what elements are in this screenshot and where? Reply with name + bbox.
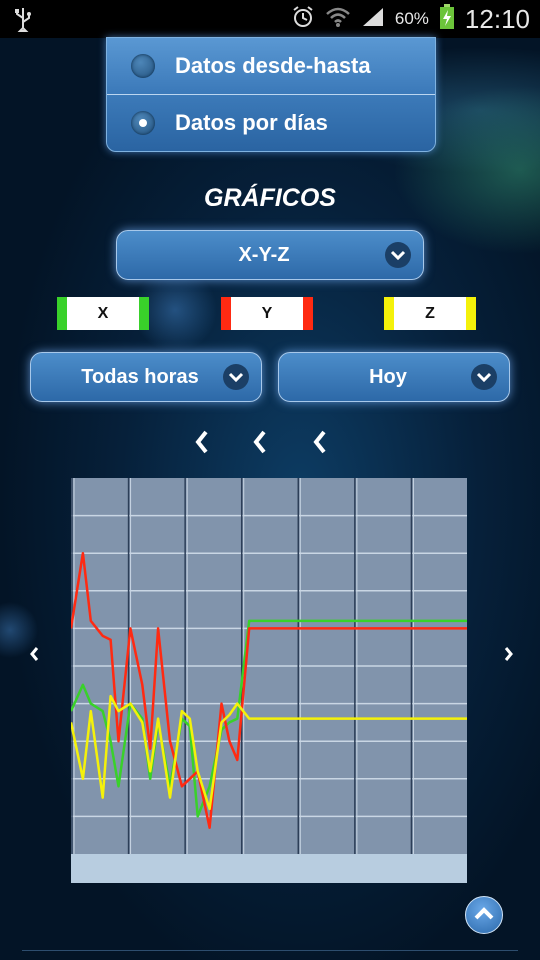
wifi-icon	[325, 6, 351, 33]
option-by-days[interactable]: Datos por días	[107, 95, 435, 151]
legend-x-color	[139, 297, 149, 330]
legend-x-label: X	[97, 304, 109, 322]
legend-y-color	[221, 297, 231, 330]
legend-y-label: Y	[261, 304, 273, 322]
clock: 12:10	[464, 3, 530, 34]
radio-button-selected[interactable]	[131, 111, 155, 135]
chevron-down-icon	[471, 364, 497, 390]
chevron-down-icon	[223, 364, 249, 390]
chevron-left-icon[interactable]	[313, 430, 326, 454]
legend-z-label: Z	[425, 304, 435, 322]
radio-button[interactable]	[131, 54, 155, 78]
legend-z-color	[466, 297, 476, 330]
battery-percent: 60%	[394, 9, 429, 28]
legend-y: Y	[221, 297, 313, 330]
hours-select[interactable]: Todas horas	[30, 352, 262, 402]
chevron-left-icon[interactable]	[26, 644, 44, 664]
range-options-panel: Datos desde-hasta Datos por días	[106, 37, 436, 152]
chart-footer-strip	[71, 854, 467, 883]
option-label: Datos por días	[175, 110, 328, 135]
signal-icon	[361, 6, 385, 33]
day-select[interactable]: Hoy	[278, 352, 510, 402]
option-date-range[interactable]: Datos desde-hasta	[107, 38, 435, 94]
status-bar: 60% 12:10	[0, 0, 540, 38]
chevron-left-icon[interactable]	[195, 430, 208, 454]
battery-charging-icon	[439, 3, 455, 35]
xyz-chart[interactable]	[69, 478, 467, 883]
legend-x-color	[57, 297, 67, 330]
section-title: GRÁFICOS	[204, 184, 336, 212]
option-label: Datos desde-hasta	[175, 53, 371, 78]
chevron-left-icon[interactable]	[253, 430, 266, 454]
axis-select-value: X-Y-Z	[238, 243, 290, 266]
previous-period-nav	[190, 428, 350, 456]
legend-x: X	[57, 297, 149, 330]
axis-select[interactable]: X-Y-Z	[116, 230, 424, 280]
chevron-down-icon	[385, 242, 411, 268]
divider	[22, 950, 518, 951]
scroll-top-button[interactable]	[465, 896, 503, 934]
hours-select-value: Todas horas	[81, 365, 199, 388]
chevron-right-icon[interactable]	[500, 644, 518, 664]
chevron-up-icon	[473, 906, 495, 925]
legend-z: Z	[384, 297, 476, 330]
usb-icon	[12, 6, 34, 37]
legend-y-color	[303, 297, 313, 330]
alarm-icon	[291, 5, 315, 34]
legend-z-color	[384, 297, 394, 330]
day-select-value: Hoy	[369, 365, 407, 388]
